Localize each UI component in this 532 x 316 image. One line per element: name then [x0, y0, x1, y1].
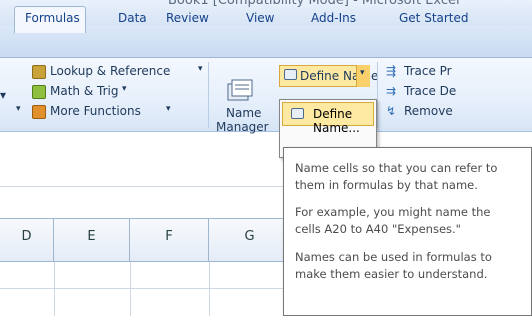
lookup-reference-label: Lookup & Reference	[50, 64, 171, 78]
partial-button-edge: ▾	[0, 88, 7, 102]
name-manager-button[interactable]: Name Manager	[214, 62, 269, 134]
tooltip-line: For example, you might name the	[295, 205, 491, 219]
trace-precedents-label: Trace Pr	[404, 64, 452, 78]
grid-col-line	[54, 262, 55, 316]
column-header-g[interactable]: G	[209, 218, 291, 262]
tooltip-line: make them easier to understand.	[295, 267, 488, 281]
chevron-down-icon: ▾	[198, 64, 203, 74]
remove-arrows-label: Remove	[404, 104, 453, 118]
tooltip-line: them in formulas by that name.	[295, 178, 478, 192]
tooltip-line: Names can be used in formulas to	[295, 250, 492, 264]
tab-formulas[interactable]: Formulas	[14, 6, 86, 33]
chevron-down-icon: ▾	[16, 104, 21, 114]
define-name-icon	[284, 69, 297, 80]
lookup-icon	[32, 65, 46, 79]
chevron-down-icon: ▾	[360, 68, 365, 78]
tooltip-line: Name cells so that you can refer to	[295, 161, 498, 175]
column-header-d[interactable]: D	[0, 218, 54, 262]
math-icon	[32, 85, 46, 99]
more-functions-icon	[32, 105, 46, 119]
trace-dependents-label: Trace De	[404, 84, 457, 98]
tooltip-line: cells A20 to A40 "Expenses."	[295, 222, 461, 236]
grid-col-line	[130, 262, 131, 316]
tab-data[interactable]: Data	[118, 7, 147, 32]
tab-review[interactable]: Review	[166, 7, 209, 32]
define-name-icon	[291, 108, 304, 119]
chevron-down-icon: ▾	[166, 104, 171, 114]
more-functions-label: More Functions	[50, 104, 141, 118]
define-name-dropdown-arrow[interactable]: ▾	[356, 65, 370, 87]
define-name-tooltip: Name cells so that you can refer to them…	[283, 147, 532, 316]
name-manager-label-2: Manager	[216, 120, 269, 134]
tab-view[interactable]: View	[246, 7, 274, 32]
column-header-e[interactable]: E	[54, 218, 130, 262]
math-trig-label: Math & Trig	[50, 84, 119, 98]
remove-arrows-icon: ↯	[386, 104, 397, 118]
tab-add-ins[interactable]: Add-Ins	[311, 7, 356, 32]
chevron-down-icon: ▾	[122, 84, 127, 94]
name-manager-label-1: Name	[226, 106, 262, 120]
define-name-menu-item[interactable]: Define Name...	[282, 102, 374, 135]
trace-precedents-icon: ⇶	[386, 64, 397, 78]
group-divider	[377, 62, 378, 128]
group-divider	[208, 62, 209, 128]
name-manager-icon	[227, 79, 253, 101]
grid-col-line	[209, 262, 210, 316]
trace-dependents-icon: ⇉	[386, 84, 397, 98]
column-header-f[interactable]: F	[130, 218, 209, 262]
define-name-menu-label: Define Name...	[313, 107, 360, 135]
grid-row-line	[0, 288, 283, 289]
tab-get-started[interactable]: Get Started	[399, 7, 469, 32]
